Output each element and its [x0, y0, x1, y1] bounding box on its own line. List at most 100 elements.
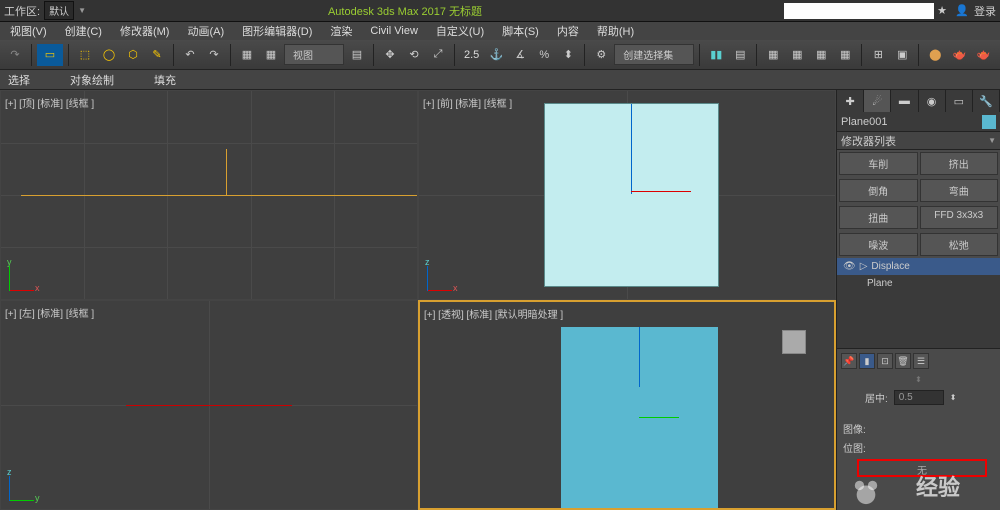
viewport-top[interactable]: [+] [顶] [标准] [线框 ] x y — [0, 90, 418, 300]
menu-rendering[interactable]: 渲染 — [330, 23, 352, 39]
stack-displace[interactable]: 👁 ▷ Displace — [837, 258, 1000, 275]
render-icon[interactable]: 🫖 — [972, 44, 994, 66]
tab-hierarchy[interactable]: ▬ — [891, 90, 918, 112]
move-icon[interactable]: ✥ — [379, 44, 401, 66]
star-icon[interactable]: ★ — [934, 3, 950, 19]
vp-top-label[interactable]: [+] [顶] [标准] [线框 ] — [5, 95, 94, 110]
eye-icon[interactable]: 👁 — [843, 261, 856, 272]
axis-gizmo: y z — [9, 471, 39, 501]
plane-object-persp[interactable] — [561, 327, 718, 508]
show-end-icon[interactable]: ▮ — [859, 353, 875, 369]
plane-object[interactable] — [544, 103, 719, 286]
remove-icon[interactable]: 🗑 — [895, 353, 911, 369]
select-byname-icon[interactable]: ▤ — [346, 44, 368, 66]
pin-icon[interactable]: 📌 — [841, 353, 857, 369]
schematic-icon[interactable]: ▦ — [810, 44, 832, 66]
config-icon[interactable]: ☰ — [913, 353, 929, 369]
modifier-list-dropdown[interactable]: 修改器列表 ▼ — [837, 132, 1000, 150]
sub-fill[interactable]: 填充 — [154, 72, 176, 88]
menu-content[interactable]: 内容 — [557, 23, 579, 39]
search-input[interactable] — [784, 3, 934, 19]
bitmap-none-button[interactable]: 无 — [857, 459, 987, 477]
select-circle-icon[interactable]: ◯ — [98, 44, 120, 66]
select-filter-icon[interactable]: ▦ — [236, 44, 258, 66]
sub-select[interactable]: 选择 — [8, 72, 30, 88]
render-frame-icon[interactable]: ▣ — [891, 44, 913, 66]
vp-front-label[interactable]: [+] [前] [标准] [线框 ] — [423, 95, 512, 110]
select-fence-icon[interactable]: ⬡ — [122, 44, 144, 66]
object-color-swatch[interactable] — [982, 115, 996, 129]
menu-customize[interactable]: 自定义(U) — [436, 23, 484, 39]
menubar: 视图(V) 创建(C) 修改器(M) 动画(A) 图形编辑器(D) 渲染 Civ… — [0, 22, 1000, 40]
spinner-icon[interactable]: ⬍ — [950, 393, 957, 402]
viewcube[interactable] — [774, 322, 814, 362]
workspace-label: 工作区: — [4, 3, 40, 19]
menu-view[interactable]: 视图(V) — [10, 23, 47, 39]
modifier-stack[interactable]: 👁 ▷ Displace Plane — [837, 258, 1000, 348]
menu-graph[interactable]: 图形编辑器(D) — [242, 23, 312, 39]
mod-chamfer[interactable]: 车削 — [839, 152, 918, 175]
viewport-front[interactable]: [+] [前] [标准] [线框 ] x z — [418, 90, 836, 300]
login-text[interactable]: 登录 — [974, 3, 996, 19]
quick-render-icon[interactable]: ⬤ — [924, 44, 946, 66]
snap-25[interactable]: 2.5 — [460, 49, 483, 61]
rotate-icon[interactable]: ⟲ — [403, 44, 425, 66]
workspace-switcher[interactable]: 工作区: 默认 ▼ — [4, 1, 86, 20]
mod-relax[interactable]: 松弛 — [920, 233, 999, 256]
menu-modifiers[interactable]: 修改器(M) — [120, 23, 170, 39]
select-all-icon[interactable]: ▦ — [260, 44, 282, 66]
viewport-left[interactable]: [+] [左] [标准] [线框 ] y z — [0, 300, 418, 510]
menu-help[interactable]: 帮助(H) — [597, 23, 634, 39]
tab-utilities[interactable]: 🔧 — [973, 90, 1000, 112]
select-rect-icon[interactable]: ⬚ — [74, 44, 96, 66]
material-icon[interactable]: ▦ — [834, 44, 856, 66]
app-title: Autodesk 3ds Max 2017 无标题 — [86, 3, 724, 19]
mod-ffd[interactable]: FFD 3x3x3 — [920, 206, 999, 229]
editor-icon[interactable]: ⚙ — [590, 44, 612, 66]
angle-snap-icon[interactable]: ∡ — [509, 44, 531, 66]
layer-icon[interactable]: ▦ — [762, 44, 784, 66]
undo-arrow-icon[interactable]: ↶ — [179, 44, 201, 66]
select-lasso-icon[interactable]: ✎ — [146, 44, 168, 66]
percent-snap-icon[interactable]: % — [533, 44, 555, 66]
vp-left-label[interactable]: [+] [左] [标准] [线框 ] — [5, 305, 94, 320]
expand-icon[interactable]: ▷ — [860, 261, 868, 272]
sub-objpaint[interactable]: 对象绘制 — [70, 72, 114, 88]
render-setup-icon[interactable]: ⊞ — [867, 44, 889, 66]
main: [+] [顶] [标准] [线框 ] x y [+] [前] [标准] [线框 … — [0, 90, 1000, 510]
scale-icon[interactable]: ⤢ — [427, 44, 449, 66]
unique-icon[interactable]: ⊡ — [877, 353, 893, 369]
spinner-snap-icon[interactable]: ⬍ — [557, 44, 579, 66]
menu-animation[interactable]: 动画(A) — [187, 23, 224, 39]
user-icon[interactable]: 👤 — [954, 3, 970, 19]
mod-bend[interactable]: 弯曲 — [920, 179, 999, 202]
curve-editor-icon[interactable]: ▦ — [786, 44, 808, 66]
snap-view-dropdown[interactable]: 视图 — [284, 44, 344, 65]
snap-toggle-icon[interactable]: ⚓ — [485, 44, 507, 66]
tab-display[interactable]: ▭ — [946, 90, 973, 112]
tab-motion[interactable]: ◉ — [919, 90, 946, 112]
mod-wave[interactable]: 噪波 — [839, 233, 918, 256]
menu-civil[interactable]: Civil View — [370, 25, 417, 37]
mod-twist[interactable]: 扭曲 — [839, 206, 918, 229]
select-link-icon[interactable]: ▭ — [37, 44, 63, 66]
named-selset-dropdown[interactable]: 创建选择集 — [614, 44, 694, 65]
object-name-field[interactable]: Plane001 — [837, 112, 1000, 132]
viewcube-face[interactable] — [782, 330, 806, 354]
redo-arrow-icon[interactable]: ↷ — [203, 44, 225, 66]
menu-script[interactable]: 脚本(S) — [502, 23, 539, 39]
concentrate-spinner[interactable]: 0.5 — [894, 390, 944, 405]
viewport-perspective[interactable]: [+] [透视] [标准] [默认明暗处理 ] — [418, 300, 836, 510]
menu-create[interactable]: 创建(C) — [65, 23, 102, 39]
tab-modify[interactable]: ☄ — [864, 90, 891, 112]
mod-extrude[interactable]: 挤出 — [920, 152, 999, 175]
mod-bevel[interactable]: 倒角 — [839, 179, 918, 202]
vp-persp-label[interactable]: [+] [透视] [标准] [默认明暗处理 ] — [424, 306, 563, 321]
mirror-icon[interactable]: ▮▮ — [705, 44, 727, 66]
workspace-select[interactable]: 默认 — [44, 1, 74, 20]
tab-create[interactable]: ✚ — [837, 90, 864, 112]
align-icon[interactable]: ▤ — [729, 44, 751, 66]
redo-icon[interactable]: ↷ — [4, 44, 26, 66]
teapot-icon[interactable]: 🫖 — [948, 44, 970, 66]
stack-plane[interactable]: Plane — [837, 275, 1000, 292]
